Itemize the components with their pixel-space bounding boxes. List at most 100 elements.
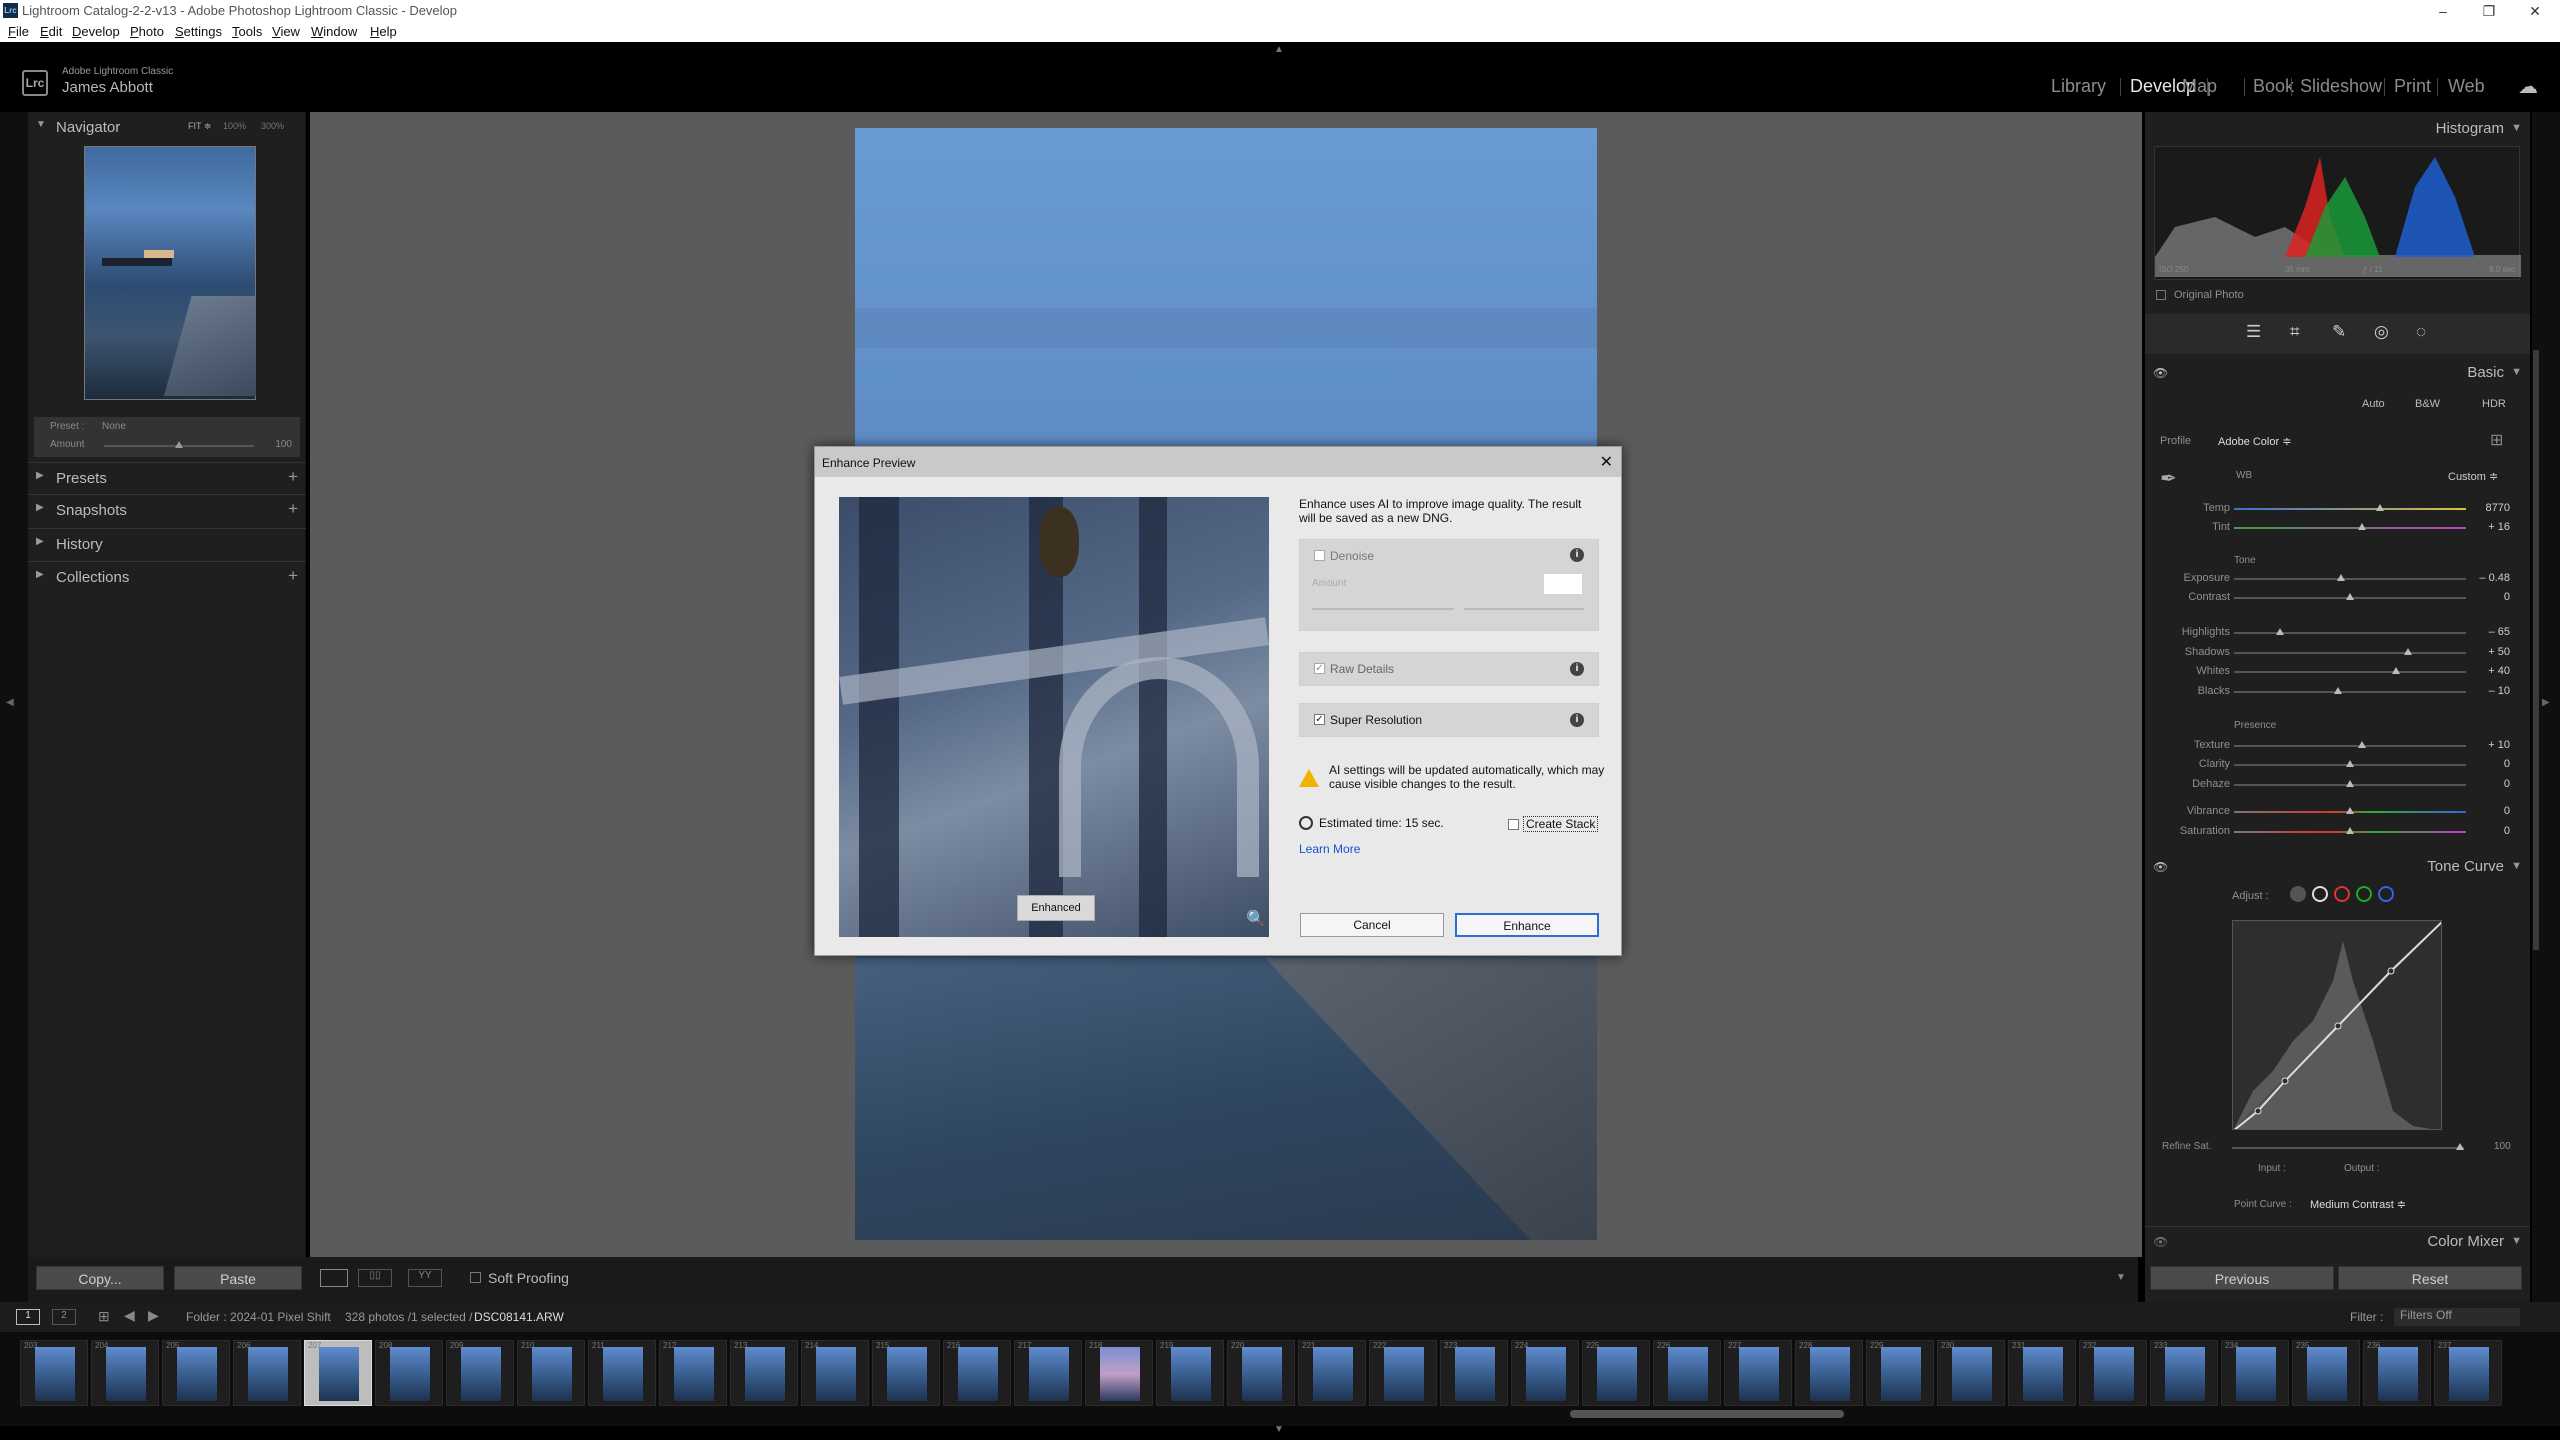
color-mixer-collapse-icon[interactable]: ▼ <box>2511 1235 2522 1247</box>
filmstrip-thumbnail[interactable]: 237 <box>2434 1340 2502 1406</box>
healing-icon[interactable]: ✎ <box>2332 322 2346 342</box>
slider-knob-temp[interactable] <box>2376 504 2385 511</box>
wb-eyedropper-icon[interactable]: ✒ <box>2160 466 2177 491</box>
slider-knob-highlights[interactable] <box>2276 628 2285 635</box>
filmstrip-thumbnail[interactable]: 205 <box>162 1340 230 1406</box>
super-resolution-checkbox[interactable]: ✓ <box>1314 714 1325 725</box>
filmstrip-thumbnail[interactable]: 223 <box>1440 1340 1508 1406</box>
green-channel-icon[interactable] <box>2356 886 2372 902</box>
slider-value-temp[interactable]: 8770 <box>2470 502 2510 514</box>
histogram-collapse-icon[interactable]: ▼ <box>2511 122 2522 134</box>
paste-button[interactable]: Paste <box>174 1266 302 1290</box>
learn-more-link[interactable]: Learn More <box>1299 842 1360 856</box>
menu-photo[interactable]: Photo <box>130 24 164 39</box>
slider-knob-tint[interactable] <box>2357 523 2366 530</box>
screen-2-button[interactable]: 2 <box>52 1309 76 1325</box>
refine-sat-track[interactable] <box>2232 1147 2464 1149</box>
slider-value-contrast[interactable]: 0 <box>2470 591 2510 603</box>
raw-details-checkbox[interactable]: ✓ <box>1314 663 1325 674</box>
enhance-preview-image[interactable]: Enhanced 🔍 <box>839 497 1269 937</box>
loupe-view-icon[interactable] <box>320 1269 348 1287</box>
crop-icon[interactable]: ⌗ <box>2290 322 2300 342</box>
filmstrip-thumbnail[interactable]: 230 <box>1937 1340 2005 1406</box>
filmstrip-thumbnail[interactable]: 222 <box>1369 1340 1437 1406</box>
toolbar-menu-icon[interactable]: ▼ <box>2116 1272 2126 1283</box>
filmstrip-thumbnail[interactable]: 215 <box>872 1340 940 1406</box>
auto-button[interactable]: Auto <box>2362 398 2385 410</box>
snapshots-header[interactable]: ▶ Snapshots + <box>28 494 306 524</box>
filmstrip-thumbnail[interactable]: 232 <box>2079 1340 2147 1406</box>
filmstrip-thumbnail[interactable]: 219 <box>1156 1340 1224 1406</box>
edit-sliders-icon[interactable]: ☰ <box>2246 322 2261 342</box>
presets-header[interactable]: ▶ Presets + <box>28 462 306 492</box>
create-stack-checkbox[interactable] <box>1508 819 1519 830</box>
tone-curve-header[interactable]: 👁 Tone Curve ▼ <box>2145 852 2530 880</box>
denoise-checkbox[interactable] <box>1314 550 1325 561</box>
filmstrip-thumbnail[interactable]: 211 <box>588 1340 656 1406</box>
selected-file[interactable]: DSC08141.ARW <box>474 1310 564 1324</box>
filmstrip-thumbnail[interactable]: 224 <box>1511 1340 1579 1406</box>
slider-track-exposure[interactable] <box>2234 578 2466 580</box>
enhanced-toggle-button[interactable]: Enhanced <box>1017 895 1095 921</box>
navigator-header[interactable]: ▼ Navigator FIT ≑ 100% 300% <box>28 112 306 142</box>
blue-channel-icon[interactable] <box>2378 886 2394 902</box>
color-mixer-header[interactable]: 👁 Color Mixer ▼ <box>2145 1226 2530 1254</box>
filmstrip-thumbnail[interactable]: 212 <box>659 1340 727 1406</box>
menu-file[interactable]: File <box>8 24 29 39</box>
top-panel-toggle-icon[interactable]: ▲ <box>1274 44 1284 55</box>
forward-arrow-icon[interactable]: ▶ <box>148 1307 159 1324</box>
slider-track-whites[interactable] <box>2234 671 2466 673</box>
grid-icon[interactable]: ⊞ <box>98 1308 110 1325</box>
create-stack-label[interactable]: Create Stack <box>1523 816 1599 832</box>
right-panel-scrollbar[interactable] <box>2533 350 2539 950</box>
slider-knob-texture[interactable] <box>2357 741 2366 748</box>
slider-value-shadows[interactable]: + 50 <box>2470 646 2510 658</box>
raw-details-info-icon[interactable]: i <box>1570 662 1584 676</box>
filmstrip-thumbnail[interactable]: 206 <box>233 1340 301 1406</box>
filmstrip-thumbnail[interactable]: 208 <box>375 1340 443 1406</box>
filmstrip-thumbnail[interactable]: 236 <box>2363 1340 2431 1406</box>
histogram-header[interactable]: Histogram ▼ <box>2145 114 2530 142</box>
slider-value-dehaze[interactable]: 0 <box>2470 778 2510 790</box>
tone-curve-visibility-icon[interactable]: 👁 <box>2153 860 2168 874</box>
slider-knob-clarity[interactable] <box>2346 760 2354 767</box>
slider-knob-dehaze[interactable] <box>2346 780 2354 787</box>
point-curve-select[interactable]: Medium Contrast ≑ <box>2310 1198 2406 1211</box>
slider-value-exposure[interactable]: – 0.48 <box>2470 572 2510 584</box>
slider-value-clarity[interactable]: 0 <box>2470 758 2510 770</box>
back-arrow-icon[interactable]: ◀ <box>124 1307 135 1324</box>
menu-help[interactable]: Help <box>370 24 397 39</box>
yy-compare-icon[interactable]: YY <box>408 1269 442 1287</box>
filmstrip-thumbnail[interactable]: 204 <box>91 1340 159 1406</box>
slider-track-temp[interactable] <box>2234 508 2466 510</box>
slider-track-highlights[interactable] <box>2234 632 2466 634</box>
module-print[interactable]: Print <box>2394 76 2431 97</box>
slider-knob-blacks[interactable] <box>2334 687 2343 694</box>
filmstrip-thumbnail[interactable]: 226 <box>1653 1340 1721 1406</box>
zoom-fit[interactable]: FIT ≑ <box>188 121 211 132</box>
filmstrip-thumbnail[interactable]: 228 <box>1795 1340 1863 1406</box>
slider-value-whites[interactable]: + 40 <box>2470 665 2510 677</box>
filmstrip-thumbnail[interactable]: 235 <box>2292 1340 2360 1406</box>
zoom-icon[interactable]: 🔍 <box>1246 909 1266 929</box>
module-web[interactable]: Web <box>2448 76 2485 97</box>
refine-sat-knob[interactable] <box>2456 1143 2464 1150</box>
slider-knob-contrast[interactable] <box>2346 593 2354 600</box>
menu-develop[interactable]: Develop <box>72 24 120 39</box>
filmstrip-thumbnail[interactable]: 220 <box>1227 1340 1295 1406</box>
denoise-info-icon[interactable]: i <box>1570 548 1584 562</box>
amount-knob[interactable] <box>175 441 183 448</box>
profile-select[interactable]: Adobe Color ≑ <box>2218 435 2291 448</box>
filmstrip-thumbnail[interactable]: 221 <box>1298 1340 1366 1406</box>
collections-header[interactable]: ▶ Collections + <box>28 561 306 591</box>
super-resolution-info-icon[interactable]: i <box>1570 713 1584 727</box>
parametric-curve-icon[interactable] <box>2290 886 2306 902</box>
bottom-panel-toggle-icon[interactable]: ▼ <box>1274 1424 1284 1435</box>
hdr-button[interactable]: HDR <box>2482 398 2506 410</box>
point-curve-white-icon[interactable] <box>2312 886 2328 902</box>
filmstrip-thumbnail[interactable]: 227 <box>1724 1340 1792 1406</box>
copy-button[interactable]: Copy... <box>36 1266 164 1290</box>
denoise-amount-field[interactable] <box>1544 574 1582 594</box>
cloud-sync-icon[interactable]: ☁ <box>2518 74 2538 99</box>
menu-settings[interactable]: Settings <box>175 24 222 39</box>
